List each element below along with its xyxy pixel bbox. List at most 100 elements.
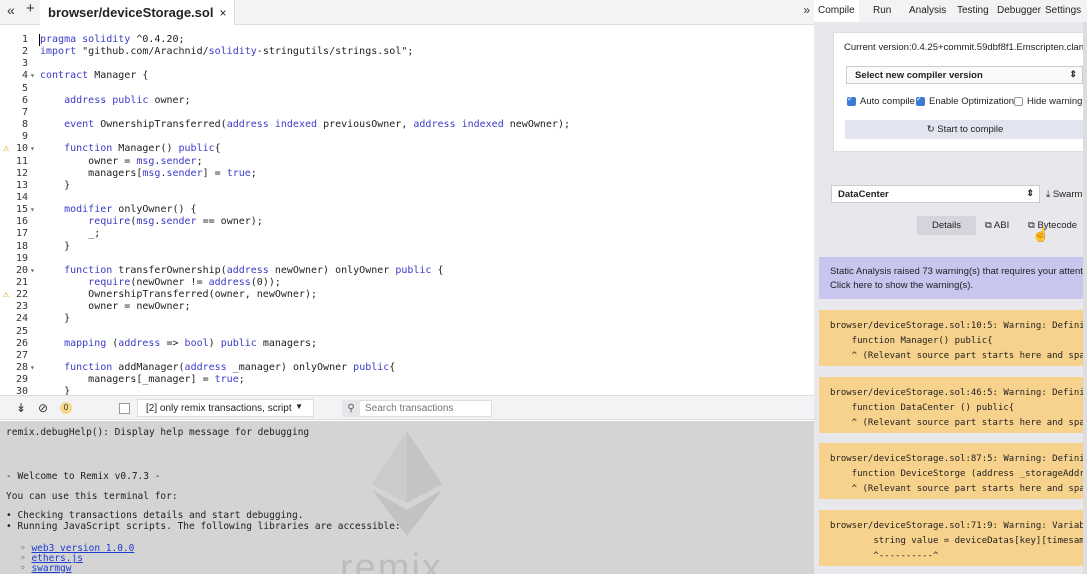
file-tab[interactable]: browser/deviceStorage.sol × xyxy=(40,0,236,25)
code-line[interactable]: 27 xyxy=(0,350,814,362)
code-line[interactable]: 15 ▾ modifier onlyOwner() { xyxy=(0,204,814,216)
tab-testing[interactable]: Testing xyxy=(957,5,989,16)
line-number: 7 xyxy=(21,106,28,118)
line-number: 17 xyxy=(15,228,28,240)
auto-compile-checkbox[interactable] xyxy=(847,94,856,106)
code-editor[interactable]: 1 pragma solidity ^0.4.20; 2 import "github… xyxy=(0,26,814,395)
code-text: _; xyxy=(88,228,101,240)
code-line[interactable]: 7 xyxy=(0,107,814,119)
details-button[interactable]: Details xyxy=(917,216,976,235)
code-line[interactable]: 17 _; xyxy=(0,228,814,240)
current-version: Current version:0.4.25+commit.59dbf8f1.E… xyxy=(844,42,1087,53)
code-text: OwnershipTransferred(owner, newOwner); xyxy=(88,289,317,301)
code-text: modifier onlyOwner() { xyxy=(64,204,197,216)
left-pane: « + browser/deviceStorage.sol × » 1 pragma… xyxy=(0,0,814,574)
code-line[interactable]: 8 event OwnershipTransferred(address ind… xyxy=(0,119,814,131)
static-analysis-link: Click here to show the warning(s). xyxy=(830,280,974,291)
hide-warnings-checkbox[interactable] xyxy=(1014,97,1023,106)
contract-select[interactable]: DataCenter ⇕ xyxy=(831,185,1040,203)
file-tab-label: browser/deviceStorage.sol xyxy=(48,5,214,20)
static-analysis-text: Static Analysis raised 73 warning(s) tha… xyxy=(830,266,1087,277)
enable-optimization-checkbox[interactable] xyxy=(916,94,925,106)
code-line[interactable]: 13 } xyxy=(0,180,814,192)
code-line[interactable]: 29 managers[_manager] = true; xyxy=(0,374,814,386)
code-line[interactable]: 30 } xyxy=(0,386,814,395)
tab-compile[interactable]: Compile xyxy=(814,0,859,22)
code-line[interactable]: 6 address public owner; xyxy=(0,95,814,107)
code-line[interactable]: 25 xyxy=(0,326,814,338)
warning-box[interactable]: browser/deviceStorage.sol:10:5: Warning:… xyxy=(819,310,1087,366)
publish-swarm-button[interactable]: ⤓ Swarm xyxy=(1046,189,1082,200)
code-text: require(msg.sender == owner); xyxy=(88,216,263,228)
code-line[interactable]: 3 xyxy=(0,58,814,70)
code-line[interactable]: 26 mapping (address => bool) public mana… xyxy=(0,338,814,350)
code-line[interactable]: 11 owner = msg.sender; xyxy=(0,156,814,168)
code-line[interactable]: 4 ▾ contract Manager { xyxy=(0,70,814,82)
compiler-version-select[interactable]: Select new compiler version ⇕ xyxy=(846,66,1083,84)
select-arrows-icon: ⇕ xyxy=(1069,69,1077,79)
static-analysis-alert[interactable]: Static Analysis raised 73 warning(s) tha… xyxy=(819,257,1087,299)
clear-terminal-icon[interactable]: ⊘ xyxy=(38,401,48,415)
code-line[interactable]: 12 managers[msg.sender] = true; xyxy=(0,168,814,180)
code-line[interactable]: 16 require(msg.sender == owner); xyxy=(0,216,814,228)
code-line[interactable]: 18 } xyxy=(0,241,814,253)
code-line[interactable]: 19 xyxy=(0,253,814,265)
swarm-label: Swarm xyxy=(1052,189,1083,200)
code-line[interactable]: 21 require(newOwner != address(0)); xyxy=(0,277,814,289)
code-line[interactable]: 9 xyxy=(0,131,814,143)
copy-abi-button[interactable]: ⧉ ABI xyxy=(985,220,1009,231)
right-panel-scrollbar[interactable] xyxy=(1083,22,1087,574)
search-transactions-input[interactable] xyxy=(342,400,492,417)
close-tab-icon[interactable]: × xyxy=(219,6,226,20)
upload-icon: ⤓ xyxy=(1046,189,1051,200)
line-number: 23 xyxy=(15,301,28,313)
collapse-right-icon[interactable]: » xyxy=(803,3,810,17)
code-line[interactable]: 23 owner = newOwner; xyxy=(0,301,814,313)
warning-box[interactable]: browser/deviceStorage.sol:87:5: Warning:… xyxy=(819,443,1087,499)
fold-arrow-icon[interactable]: ▾ xyxy=(30,70,35,82)
start-compile-button[interactable]: ↻ Start to compile xyxy=(845,120,1085,139)
chevron-double-down-icon[interactable]: ↡ xyxy=(16,401,26,415)
line-number: 9 xyxy=(21,131,28,143)
line-number: 26 xyxy=(15,337,28,349)
terminal-line: You can use this terminal for: xyxy=(6,491,178,502)
line-number: 19 xyxy=(15,252,28,264)
code-line[interactable]: 5 xyxy=(0,83,814,95)
tab-analysis[interactable]: Analysis xyxy=(909,5,946,16)
warning-icon[interactable]: ⚠ xyxy=(3,289,9,301)
tab-settings[interactable]: Settings xyxy=(1045,5,1081,16)
code-line[interactable]: 14 xyxy=(0,192,814,204)
line-number: 3 xyxy=(21,58,28,70)
code-text: } xyxy=(40,313,71,325)
compiler-box: Current version:0.4.25+commit.59dbf8f1.E… xyxy=(833,32,1087,152)
tab-run[interactable]: Run xyxy=(873,5,891,16)
warning-box[interactable]: browser/deviceStorage.sol:46:5: Warning:… xyxy=(819,376,1087,433)
code-line[interactable]: 22 ⚠ OwnershipTransferred(owner, newOwner… xyxy=(0,289,814,301)
line-number: 13 xyxy=(15,179,28,191)
line-number: 14 xyxy=(15,191,28,203)
code-text: mapping (address => bool) public manager… xyxy=(64,337,318,349)
code-line[interactable]: 10 ⚠ ▾ function Manager() public{ xyxy=(0,143,814,155)
start-compile-label: Start to compile xyxy=(937,124,1004,135)
swarmgw-link[interactable]: swarmgw xyxy=(31,563,71,574)
code-line[interactable]: 1 pragma solidity ^0.4.20; xyxy=(0,34,814,46)
collapse-left-icon[interactable]: « xyxy=(7,2,15,18)
fold-arrow-icon[interactable]: ▾ xyxy=(30,265,35,277)
code-line[interactable]: 20 ▾ function transferOwnership(address n… xyxy=(0,265,814,277)
tab-debugger[interactable]: Debugger xyxy=(997,5,1041,16)
warning-box[interactable]: browser/deviceStorage.sol:71:9: Warning:… xyxy=(819,509,1087,566)
pending-tx-badge: 0 xyxy=(60,402,72,414)
fold-arrow-icon[interactable]: ▾ xyxy=(30,143,35,155)
code-line[interactable]: 24 } xyxy=(0,313,814,325)
code-line[interactable]: 2 import "github.com/Arachnid/solidity-st… xyxy=(0,46,814,58)
hide-warnings-label: Hide warnings xyxy=(1027,96,1087,107)
transaction-filter-select[interactable]: [2] only remix transactions, script ▼ xyxy=(137,399,314,417)
new-file-icon[interactable]: + xyxy=(26,0,35,17)
fold-arrow-icon[interactable]: ▾ xyxy=(30,362,35,374)
fold-arrow-icon[interactable]: ▾ xyxy=(30,204,35,216)
code-line[interactable]: 28 ▾ function addManager(address _manager… xyxy=(0,362,814,374)
warning-icon[interactable]: ⚠ xyxy=(3,143,9,155)
terminal-output[interactable]: remix remix.debugHelp(): Display help me… xyxy=(0,421,814,574)
listen-network-checkbox[interactable] xyxy=(119,403,130,414)
auto-compile-label: Auto compile xyxy=(860,96,915,107)
